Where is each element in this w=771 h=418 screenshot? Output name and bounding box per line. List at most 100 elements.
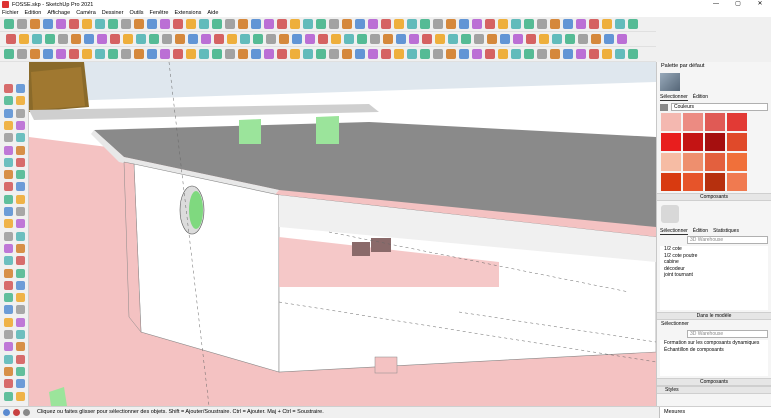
close-button[interactable]: ✕ [749, 0, 771, 9]
toolbar-tool-icon[interactable] [173, 19, 183, 29]
toolbar-tool-icon[interactable] [550, 19, 560, 29]
list-item[interactable]: Échantillon de composants [664, 347, 768, 354]
toolbar-tool-icon[interactable] [435, 34, 445, 44]
toolbar-tool-icon[interactable] [160, 49, 170, 59]
toolbar-tool-icon[interactable] [6, 34, 16, 44]
toolbar-tool-icon[interactable] [188, 34, 198, 44]
toolbar-tool-icon[interactable] [238, 49, 248, 59]
toolbar-tool-icon[interactable] [498, 49, 508, 59]
color-swatch[interactable] [661, 173, 681, 191]
toolbar-tool-icon[interactable] [485, 49, 495, 59]
toolbar-tool-icon[interactable] [199, 19, 209, 29]
toolbar-tool-icon[interactable] [290, 19, 300, 29]
toolbar-tool-icon[interactable] [160, 19, 170, 29]
toolbar-tool-icon[interactable] [537, 49, 547, 59]
toolbar-tool-icon[interactable] [225, 49, 235, 59]
toolbar-tool-icon[interactable] [17, 49, 27, 59]
toolbar-tool-icon[interactable] [45, 34, 55, 44]
toolbar-tool-icon[interactable] [316, 49, 326, 59]
in-model-header[interactable]: Dans le modèle [657, 312, 771, 320]
left-tool-icon[interactable] [4, 194, 13, 204]
menu-fichier[interactable]: Fichier [2, 10, 19, 16]
left-tool-icon[interactable] [4, 330, 13, 339]
toolbar-tool-icon[interactable] [238, 19, 248, 29]
toolbar-tool-icon[interactable] [84, 34, 94, 44]
toolbar-tool-icon[interactable] [19, 34, 29, 44]
toolbar-tool-icon[interactable] [446, 19, 456, 29]
color-swatch[interactable] [683, 133, 703, 151]
left-tool-icon[interactable] [4, 207, 13, 216]
toolbar-tool-icon[interactable] [368, 19, 378, 29]
menu-camera[interactable]: Caméra [76, 10, 96, 16]
toolbar-tool-icon[interactable] [448, 34, 458, 44]
left-tool-icon[interactable] [4, 317, 13, 327]
left-tool-icon[interactable] [16, 182, 25, 192]
toolbar-tool-icon[interactable] [552, 34, 562, 44]
toolbar-tool-icon[interactable] [511, 49, 521, 59]
toolbar-tool-icon[interactable] [565, 34, 575, 44]
toolbar-tool-icon[interactable] [303, 19, 313, 29]
toolbar-tool-icon[interactable] [615, 19, 625, 29]
left-tool-icon[interactable] [4, 379, 13, 389]
left-tool-icon[interactable] [4, 243, 13, 253]
left-tool-icon[interactable] [16, 145, 25, 155]
toolbar-tool-icon[interactable] [108, 19, 118, 29]
toolbar-tool-icon[interactable] [342, 49, 352, 59]
toolbar-tool-icon[interactable] [526, 34, 536, 44]
menu-aide[interactable]: Aide [207, 10, 218, 16]
toolbar-tool-icon[interactable] [318, 34, 328, 44]
tab-select-component[interactable]: Sélectionner [660, 228, 688, 235]
left-tool-icon[interactable] [4, 145, 13, 155]
toolbar-tool-icon[interactable] [279, 34, 289, 44]
left-tool-icon[interactable] [4, 293, 13, 303]
toolbar-tool-icon[interactable] [69, 49, 79, 59]
toolbar-tool-icon[interactable] [446, 49, 456, 59]
toolbar-tool-icon[interactable] [487, 34, 497, 44]
left-tool-icon[interactable] [4, 366, 13, 376]
left-tool-icon[interactable] [16, 157, 25, 167]
styles-section-header[interactable]: Styles [657, 386, 771, 394]
left-tool-icon[interactable] [16, 342, 25, 352]
menu-fenetre[interactable]: Fenêtre [150, 10, 169, 16]
color-swatch[interactable] [661, 133, 681, 151]
toolbar-tool-icon[interactable] [240, 34, 250, 44]
toolbar-tool-icon[interactable] [82, 49, 92, 59]
left-tool-icon[interactable] [16, 280, 25, 290]
menu-outils[interactable]: Outils [129, 10, 143, 16]
toolbar-tool-icon[interactable] [186, 49, 196, 59]
left-tool-icon[interactable] [4, 182, 13, 192]
toolbar-tool-icon[interactable] [227, 34, 237, 44]
toolbar-tool-icon[interactable] [513, 34, 523, 44]
toolbar-tool-icon[interactable] [563, 49, 573, 59]
toolbar-tool-icon[interactable] [344, 34, 354, 44]
left-tool-icon[interactable] [4, 342, 13, 352]
toolbar-tool-icon[interactable] [602, 49, 612, 59]
toolbar-tool-icon[interactable] [407, 19, 417, 29]
toolbar-tool-icon[interactable] [589, 19, 599, 29]
left-tool-icon[interactable] [16, 305, 25, 315]
toolbar-tool-icon[interactable] [537, 19, 547, 29]
toolbar-tool-icon[interactable] [266, 34, 276, 44]
toolbar-tool-icon[interactable] [199, 49, 209, 59]
toolbar-tool-icon[interactable] [251, 19, 261, 29]
left-tool-icon[interactable] [16, 219, 25, 229]
toolbar-tool-icon[interactable] [123, 34, 133, 44]
toolbar-tool-icon[interactable] [30, 49, 40, 59]
help-icon[interactable] [23, 408, 30, 416]
left-tool-icon[interactable] [4, 84, 13, 93]
toolbar-tool-icon[interactable] [381, 49, 391, 59]
menu-extensions[interactable]: Extensions [174, 10, 201, 16]
menu-edition[interactable]: Edition [25, 10, 42, 16]
toolbar-tool-icon[interactable] [225, 19, 235, 29]
left-tool-icon[interactable] [4, 231, 13, 241]
toolbar-tool-icon[interactable] [602, 19, 612, 29]
3d-viewport[interactable] [29, 62, 656, 406]
toolbar-tool-icon[interactable] [56, 19, 66, 29]
toolbar-tool-icon[interactable] [162, 34, 172, 44]
left-tool-icon[interactable] [16, 108, 25, 118]
left-tool-icon[interactable] [16, 170, 25, 180]
toolbar-tool-icon[interactable] [121, 49, 131, 59]
toolbar-tool-icon[interactable] [500, 34, 510, 44]
left-tool-icon[interactable] [16, 293, 25, 303]
toolbar-tool-icon[interactable] [550, 49, 560, 59]
